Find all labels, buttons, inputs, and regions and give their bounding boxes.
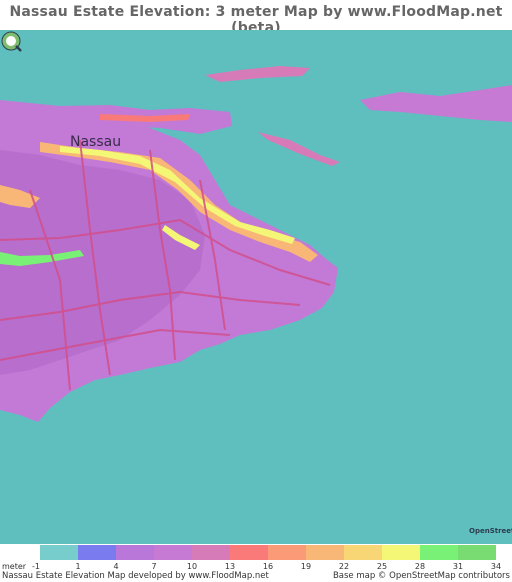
city-label: Nassau	[70, 134, 122, 150]
legend-swatch	[458, 545, 496, 560]
openstreetmap-logo-icon	[1, 31, 22, 52]
legend-unit-label: meter	[2, 562, 27, 571]
legend-tick-label: 19	[300, 562, 312, 571]
legend-tick-label: 22	[338, 562, 350, 571]
legend-tick-label: 7	[151, 562, 157, 571]
legend-swatch	[230, 545, 268, 560]
legend-swatch	[116, 545, 154, 560]
legend-swatch	[306, 545, 344, 560]
legend-tick-label: -1	[32, 562, 40, 571]
legend-tick-label: 4	[113, 562, 119, 571]
offshore-island-east	[360, 85, 512, 122]
legend-swatch	[268, 545, 306, 560]
legend-tick-label: 1	[75, 562, 81, 571]
legend-tick-label: 31	[452, 562, 464, 571]
legend-swatches	[40, 545, 496, 560]
offshore-islet	[258, 132, 340, 166]
elevation-map[interactable]: Nassau OpenStreetMap	[0, 30, 512, 544]
legend-swatch	[382, 545, 420, 560]
legend-swatch	[40, 545, 78, 560]
legend-tick-label: 34	[490, 562, 502, 571]
title-bar: Nassau Estate Elevation: 3 meter Map by …	[0, 0, 512, 36]
legend-tick-label: 16	[262, 562, 274, 571]
footer-credit: Nassau Estate Elevation Map developed by…	[2, 571, 269, 581]
map-canvas	[0, 66, 512, 422]
legend-swatch	[192, 545, 230, 560]
legend-swatch	[420, 545, 458, 560]
osm-logo-text: OpenStreetMap	[469, 527, 512, 535]
legend-swatch	[78, 545, 116, 560]
legend-tick-label: 13	[224, 562, 236, 571]
elevation-legend: -1 1 4 7 10 13 16 19 22 25 28 31 34 meter Nassau Est…	[0, 544, 512, 582]
legend-tick-label: 10	[186, 562, 198, 571]
legend-swatch	[154, 545, 192, 560]
legend-tick-label: 28	[414, 562, 426, 571]
legend-tick-label: 25	[376, 562, 388, 571]
legend-swatch	[344, 545, 382, 560]
offshore-island-north	[205, 66, 310, 82]
footer-attribution: Base map © OpenStreetMap contributors	[332, 571, 510, 581]
